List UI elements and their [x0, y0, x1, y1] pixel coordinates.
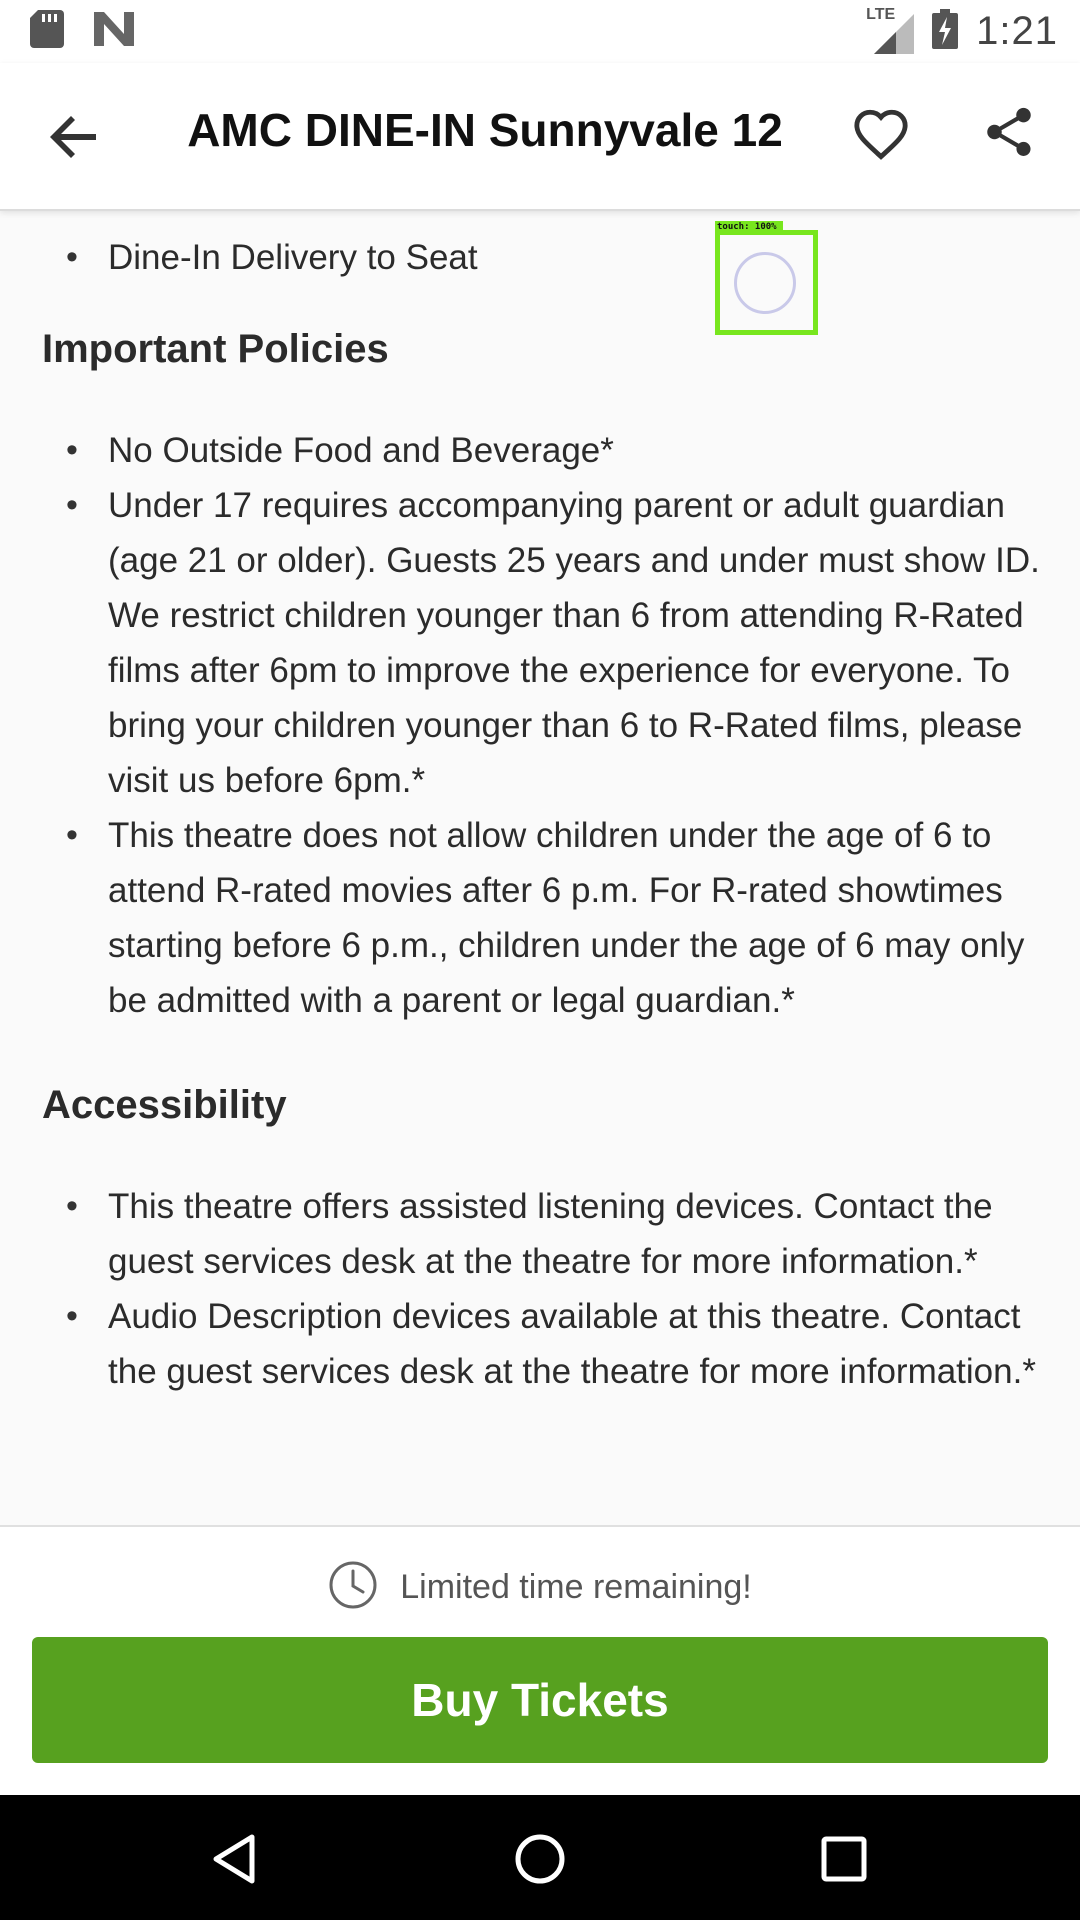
n-logo-icon — [94, 12, 134, 51]
status-time: 1:21 — [976, 9, 1058, 53]
buy-tickets-button[interactable]: Buy Tickets — [32, 1637, 1048, 1763]
bottom-panel: Limited time remaining! Buy Tickets — [0, 1525, 1080, 1795]
theatre-details-content[interactable]: Dine-In Delivery to Seat Important Polic… — [0, 211, 1080, 1525]
sd-card-icon — [30, 10, 64, 53]
list-item: Audio Description devices available at t… — [0, 1289, 1080, 1399]
nav-back-icon[interactable] — [208, 1831, 264, 1887]
list-item: No Outside Food and Beverage* — [0, 423, 1080, 478]
important-policies-heading: Important Policies — [42, 327, 389, 371]
nav-home-icon[interactable] — [512, 1831, 568, 1887]
amenities-list: Dine-In Delivery to Seat — [0, 230, 1080, 285]
system-nav-bar — [0, 1795, 1080, 1920]
signal-icon: LTE — [866, 6, 915, 54]
heart-icon[interactable] — [852, 105, 910, 163]
nav-recents-icon[interactable] — [816, 1831, 872, 1887]
list-item: This theatre does not allow children und… — [0, 808, 1080, 1028]
share-icon[interactable] — [980, 103, 1038, 161]
list-item: Under 17 requires accompanying parent or… — [0, 478, 1080, 808]
touch-point — [734, 252, 796, 314]
page-title: AMC DINE-IN Sunnyvale 12 — [187, 104, 783, 156]
battery-charging-icon — [932, 9, 959, 54]
clock-icon — [328, 1560, 378, 1615]
status-bar: LTE 1:21 — [0, 0, 1080, 63]
status-left — [30, 10, 134, 53]
accessibility-heading: Accessibility — [42, 1083, 287, 1127]
list-item: Dine-In Delivery to Seat — [0, 230, 1080, 285]
accessibility-list: This theatre offers assisted listening d… — [0, 1179, 1080, 1399]
limited-time-notice: Limited time remaining! — [0, 1557, 1080, 1617]
app-bar: AMC DINE-IN Sunnyvale 12 — [0, 63, 1080, 211]
list-item: This theatre offers assisted listening d… — [0, 1179, 1080, 1289]
back-arrow-icon[interactable] — [44, 107, 104, 167]
important-policies-list: No Outside Food and Beverage* Under 17 r… — [0, 423, 1080, 1028]
status-right: LTE 1:21 — [866, 6, 1058, 54]
limited-time-text: Limited time remaining! — [400, 1567, 752, 1606]
